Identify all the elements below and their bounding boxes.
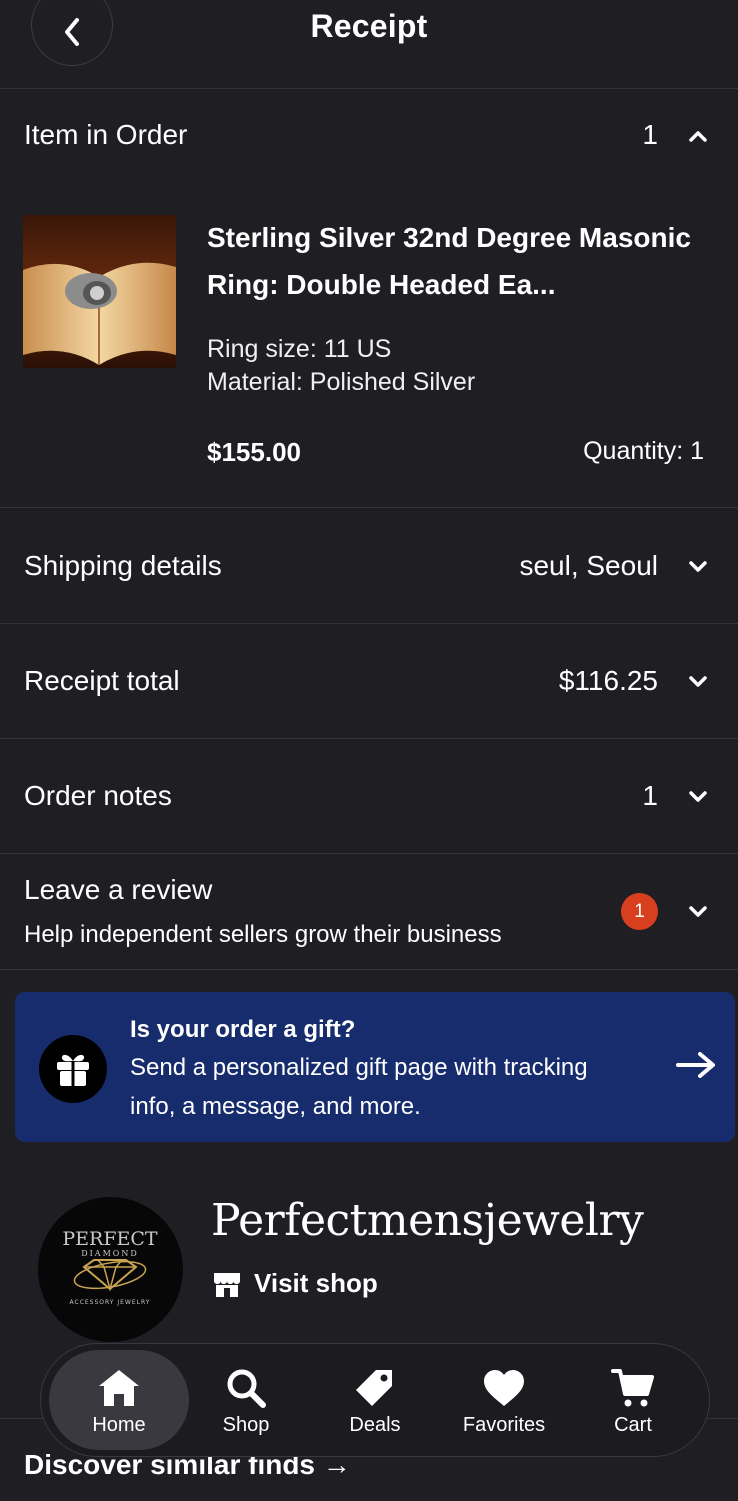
nav-home[interactable]: Home: [49, 1344, 189, 1456]
nav-deals-label: Deals: [349, 1414, 401, 1436]
receipt-total-label: Receipt total: [24, 665, 180, 696]
nav-favorites[interactable]: Favorites: [434, 1344, 574, 1456]
nav-home-label: Home: [92, 1414, 146, 1436]
order-notes-label: Order notes: [24, 780, 172, 811]
gift-banner-body: Send a personalized gift page with track…: [130, 1054, 588, 1120]
top-bar: Receipt: [0, 0, 738, 89]
nav-cart[interactable]: Cart: [563, 1344, 703, 1456]
chevron-down-icon[interactable]: [688, 675, 708, 689]
nav-favorites-label: Favorites: [462, 1414, 546, 1436]
item-price: $155.00: [207, 437, 301, 467]
order-notes-row[interactable]: Order notes 1: [0, 739, 738, 854]
visit-shop-button[interactable]: Visit shop: [212, 1268, 378, 1299]
shipping-details-label: Shipping details: [24, 550, 222, 581]
visit-shop-label: Visit shop: [254, 1268, 378, 1298]
gift-icon: [39, 1035, 107, 1103]
shop-logo[interactable]: PERFECT DIAMOND ACCESSORY JEWELRY: [38, 1197, 183, 1342]
order-notes-count: 1: [642, 780, 658, 811]
chevron-down-icon[interactable]: [688, 790, 708, 804]
chevron-up-icon[interactable]: [688, 129, 708, 143]
chevron-down-icon[interactable]: [688, 905, 708, 919]
search-icon: [225, 1366, 267, 1410]
item-image[interactable]: [23, 215, 176, 368]
item-count: 1: [642, 119, 658, 150]
shop-logo-text-1: PERFECT: [62, 1228, 158, 1250]
nav-cart-label: Cart: [614, 1414, 652, 1436]
item-quantity: Quantity: 1: [583, 437, 704, 465]
store-icon: [214, 1272, 240, 1297]
item-title[interactable]: Sterling Silver 32nd Degree Masonic Ring…: [207, 214, 707, 308]
home-icon: [97, 1366, 141, 1410]
shop-name[interactable]: Perfectmensjewelry: [211, 1195, 644, 1246]
nav-shop-label: Shop: [222, 1414, 270, 1436]
item-variation-ring-size: Ring size: 11 US: [207, 335, 392, 363]
nav-shop[interactable]: Shop: [176, 1344, 316, 1456]
page-title: Receipt: [310, 8, 428, 44]
review-badge: 1: [621, 893, 658, 930]
shipping-details-row[interactable]: Shipping details seul, Seoul: [0, 508, 738, 624]
receipt-total-value: $116.25: [558, 665, 658, 696]
tag-icon: [354, 1366, 396, 1410]
cart-icon: [611, 1366, 655, 1410]
bottom-nav: Home Shop Deals Favorites Cart: [40, 1343, 710, 1457]
nav-deals[interactable]: Deals: [305, 1344, 445, 1456]
receipt-total-row[interactable]: Receipt total $116.25: [0, 624, 738, 739]
leave-review-subtitle: Help independent sellers grow their busi…: [24, 921, 502, 948]
shipping-details-value: seul, Seoul: [519, 550, 658, 581]
leave-review-label: Leave a review: [24, 874, 213, 905]
gift-banner[interactable]: Is your order a gift? Send a personalize…: [15, 992, 735, 1142]
shop-logo-text-3: ACCESSORY JEWELRY: [70, 1299, 151, 1306]
item-in-order-toggle[interactable]: Item in Order: [24, 119, 187, 151]
chevron-down-icon[interactable]: [688, 560, 708, 574]
shop-logo-text-2: DIAMOND: [81, 1249, 139, 1258]
heart-icon: [482, 1366, 526, 1410]
arrow-right-icon[interactable]: [675, 1050, 717, 1080]
item-variation-material: Material: Polished Silver: [207, 368, 476, 396]
gift-banner-title: Is your order a gift?: [130, 1016, 356, 1043]
